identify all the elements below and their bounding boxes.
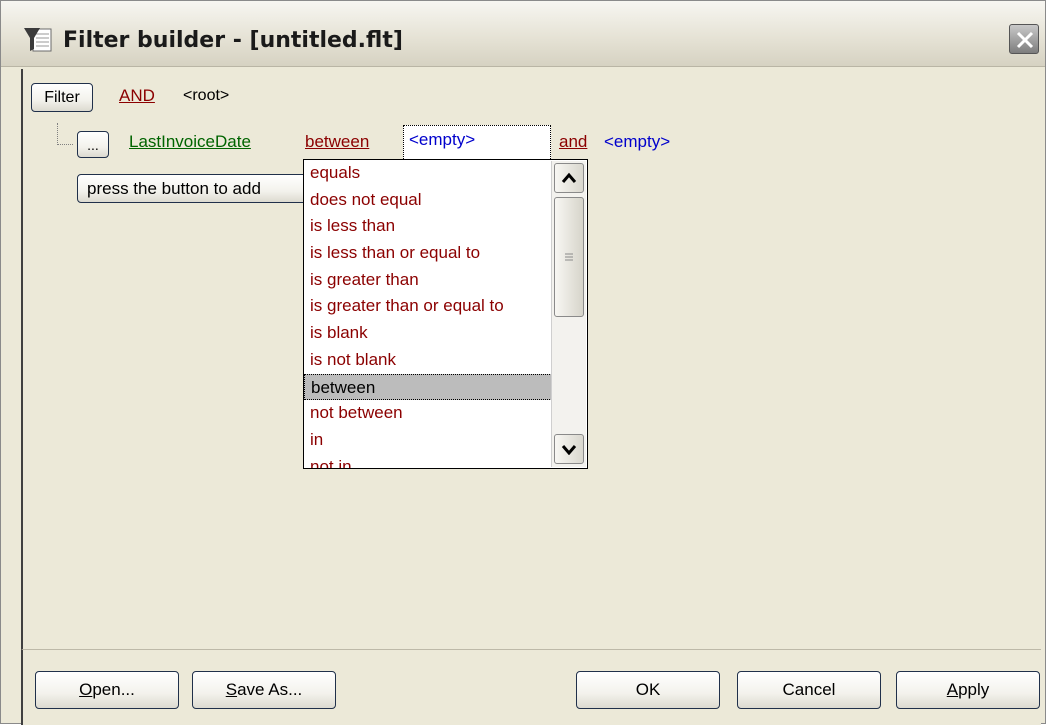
apply-button-label: pply — [958, 680, 990, 699]
operator-option[interactable]: equals — [304, 160, 556, 187]
chevron-down-icon — [561, 445, 577, 455]
operator-option[interactable]: not in — [304, 454, 556, 468]
operator-option[interactable]: between — [304, 373, 556, 401]
filter-funnel-icon — [24, 28, 52, 52]
operator-options: equals does not equal is less than is less … — [304, 160, 587, 468]
title-bar[interactable]: Filter builder - [untitled.flt] — [1, 1, 1045, 67]
ok-button[interactable]: OK — [576, 671, 720, 709]
cancel-button[interactable]: Cancel — [737, 671, 881, 709]
filter-root-button[interactable]: Filter — [31, 83, 93, 112]
scroll-thumb[interactable] — [554, 197, 584, 317]
condition-field-link[interactable]: LastInvoiceDate — [129, 132, 251, 152]
dropdown-scrollbar[interactable] — [551, 161, 586, 467]
save-as-button-mnemonic: S — [225, 680, 238, 699]
operator-option[interactable]: is greater than or equal to — [304, 293, 556, 320]
condition-value1-input[interactable]: <empty> — [403, 125, 551, 161]
operator-option[interactable]: in — [304, 427, 556, 454]
chevron-up-icon — [561, 172, 577, 183]
tree-connector-horizontal — [57, 144, 73, 145]
condition-operator-link[interactable]: between — [305, 132, 369, 152]
apply-button[interactable]: Apply — [896, 671, 1040, 709]
condition-joiner-link[interactable]: and — [559, 132, 587, 152]
operator-option[interactable]: is less than — [304, 213, 556, 240]
save-as-button-label: ave As... — [237, 680, 303, 699]
open-button-label: pen... — [92, 680, 135, 699]
tree-connector — [57, 123, 58, 145]
operator-option[interactable]: does not equal — [304, 187, 556, 214]
operator-option[interactable]: is blank — [304, 320, 556, 347]
close-icon — [1016, 31, 1034, 49]
operator-option[interactable]: is not blank — [304, 347, 556, 374]
operator-option[interactable]: not between — [304, 400, 556, 427]
save-as-button[interactable]: Save As... — [192, 671, 336, 709]
grip-icon — [565, 253, 573, 261]
root-label: <root> — [183, 87, 230, 104]
open-button-mnemonic: O — [79, 680, 93, 699]
window-title: Filter builder - [untitled.flt] — [63, 28, 403, 53]
operator-option[interactable]: is less than or equal to — [304, 240, 556, 267]
open-button[interactable]: Open... — [35, 671, 179, 709]
condition-value2-link[interactable]: <empty> — [604, 132, 670, 152]
close-button[interactable] — [1009, 24, 1039, 54]
operator-option[interactable]: is greater than — [304, 267, 556, 294]
apply-button-mnemonic: A — [946, 680, 959, 699]
condition-options-button[interactable]: ... — [77, 131, 109, 158]
root-operator-link[interactable]: AND — [119, 86, 155, 106]
filter-builder-window: Filter builder - [untitled.flt] Filter A… — [0, 0, 1046, 725]
add-condition-button[interactable]: press the button to add — [77, 174, 317, 203]
operator-dropdown-list[interactable]: equals does not equal is less than is less … — [303, 159, 588, 469]
scroll-up-button[interactable] — [554, 163, 584, 193]
scroll-down-button[interactable] — [554, 434, 584, 464]
